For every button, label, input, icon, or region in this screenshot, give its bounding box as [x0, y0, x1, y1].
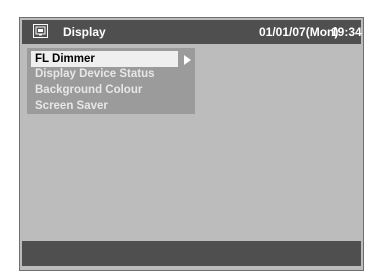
header-bar: Display 01/01/07(Mon) 19:34	[22, 20, 362, 44]
menu-item-background-colour[interactable]: Background Colour	[31, 82, 142, 98]
date-readout: 01/01/07(Mon)	[259, 25, 339, 39]
menu-item-screen-saver[interactable]: Screen Saver	[31, 98, 108, 114]
time-readout: 19:34	[331, 25, 362, 39]
menu-item-display-device-status[interactable]: Display Device Status	[31, 66, 155, 82]
display-settings-icon	[33, 24, 48, 38]
display-settings-panel: Display 01/01/07(Mon) 19:34 FL Dimmer Di…	[19, 17, 364, 271]
page-title: Display	[63, 25, 106, 39]
display-menu: FL Dimmer Display Device Status Backgrou…	[27, 48, 195, 114]
menu-item-fl-dimmer[interactable]: FL Dimmer	[31, 51, 178, 67]
right-arrow-icon	[184, 55, 191, 65]
footer-bar	[22, 241, 361, 266]
screen: Display 01/01/07(Mon) 19:34 FL Dimmer Di…	[0, 0, 380, 278]
